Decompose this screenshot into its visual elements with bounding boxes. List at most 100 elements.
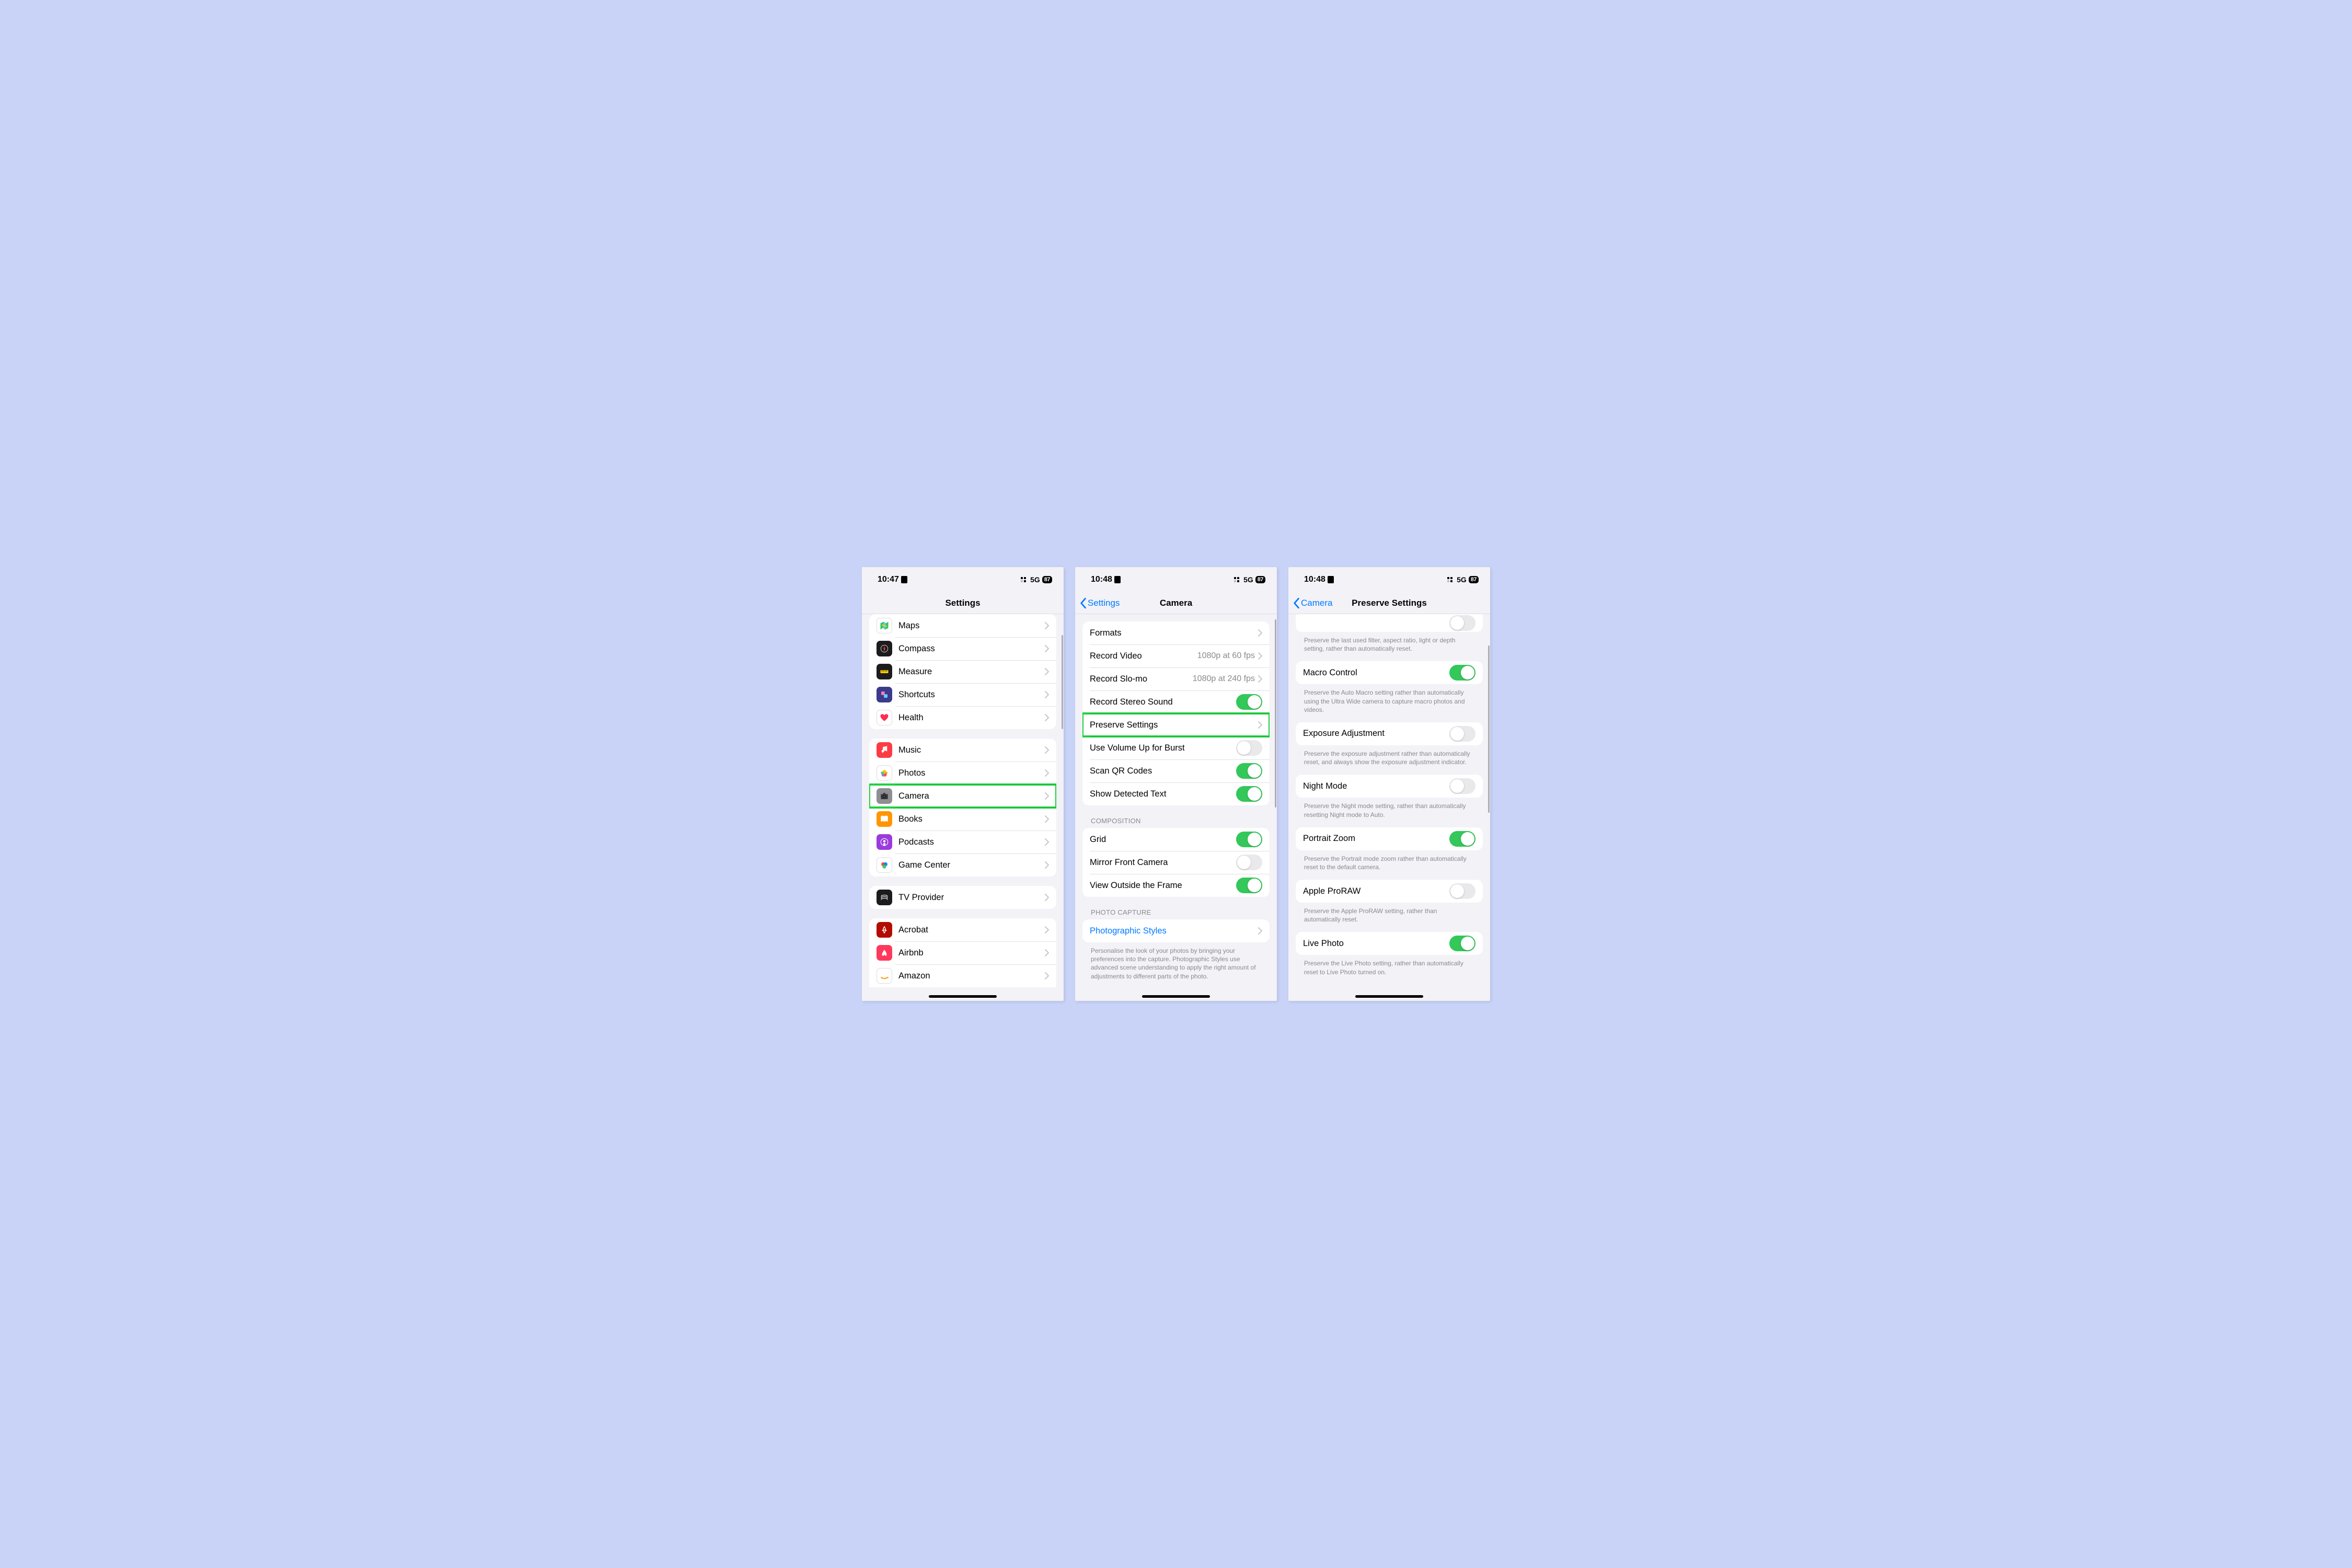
row-formats[interactable]: Formats xyxy=(1082,621,1270,644)
signal-icon xyxy=(1447,577,1452,582)
row-label: Camera xyxy=(898,791,1045,801)
settings-row-photos[interactable]: Photos xyxy=(869,762,1056,785)
row-proraw[interactable]: Apple ProRAW xyxy=(1296,880,1483,903)
home-indicator[interactable] xyxy=(1355,995,1423,998)
scroll-indicator[interactable] xyxy=(1488,645,1490,813)
chevron-right-icon xyxy=(1045,972,1049,979)
row-volumeburst[interactable]: Use Volume Up for Burst xyxy=(1082,736,1270,759)
prev-row-peek[interactable] xyxy=(1296,614,1483,632)
chevron-right-icon xyxy=(1045,894,1049,901)
footer-exposure: Preserve the exposure adjustment rather … xyxy=(1304,750,1474,766)
toggle-outsideframe[interactable] xyxy=(1236,878,1262,893)
settings-row-compass[interactable]: Compass xyxy=(869,637,1056,660)
row-label: Compass xyxy=(898,644,1045,654)
camera-content[interactable]: FormatsRecord Video1080p at 60 fpsRecord… xyxy=(1075,614,1277,1001)
settings-row-airbnb[interactable]: Airbnb xyxy=(869,941,1056,964)
home-indicator[interactable] xyxy=(929,995,997,998)
row-portraitzoom[interactable]: Portrait Zoom xyxy=(1296,827,1483,850)
toggle-proraw[interactable] xyxy=(1449,883,1475,899)
prev-footer: Preserve the last used filter, aspect ra… xyxy=(1304,636,1474,653)
settings-row-measure[interactable]: Measure xyxy=(869,660,1056,683)
toggle-stereosound[interactable] xyxy=(1236,694,1262,710)
toggle-prev[interactable] xyxy=(1449,615,1475,631)
preserve-content[interactable]: Preserve the last used filter, aspect ra… xyxy=(1288,614,1490,1001)
back-button[interactable]: Camera xyxy=(1293,597,1332,609)
maps-icon xyxy=(877,618,892,633)
gamecenter-icon xyxy=(877,857,892,873)
settings-row-music[interactable]: Music xyxy=(869,739,1056,762)
settings-row-camera[interactable]: Camera xyxy=(869,785,1056,808)
row-stereosound[interactable]: Record Stereo Sound xyxy=(1082,690,1270,713)
row-label: Record Video xyxy=(1090,651,1197,661)
footer-portraitzoom: Preserve the Portrait mode zoom rather t… xyxy=(1304,855,1474,871)
settings-row-maps[interactable]: Maps xyxy=(869,614,1056,637)
settings-group-tv: TV Provider xyxy=(869,886,1056,909)
toggle-macro[interactable] xyxy=(1449,665,1475,681)
footer-macro: Preserve the Auto Macro setting rather t… xyxy=(1304,688,1474,714)
acrobat-icon xyxy=(877,922,892,938)
home-indicator[interactable] xyxy=(1142,995,1210,998)
row-label: Mirror Front Camera xyxy=(1090,858,1236,868)
row-macro[interactable]: Macro Control xyxy=(1296,661,1483,684)
row-recordslomo[interactable]: Record Slo-mo1080p at 240 fps xyxy=(1082,667,1270,690)
status-time: 10:47 xyxy=(878,575,899,584)
row-label: Acrobat xyxy=(898,925,1045,935)
chevron-left-icon xyxy=(1293,597,1300,609)
row-label: View Outside the Frame xyxy=(1090,881,1236,891)
toggle-scanqr[interactable] xyxy=(1236,763,1262,779)
footer-proraw: Preserve the Apple ProRAW setting, rathe… xyxy=(1304,907,1474,924)
measure-icon xyxy=(877,664,892,679)
row-photostyles[interactable]: Photographic Styles xyxy=(1082,919,1270,942)
page-title: Camera xyxy=(1160,598,1192,608)
preserve-group-portraitzoom: Portrait Zoom xyxy=(1296,827,1483,850)
chevron-right-icon xyxy=(1045,792,1049,800)
row-detectedtext[interactable]: Show Detected Text xyxy=(1082,782,1270,805)
row-preservesettings[interactable]: Preserve Settings xyxy=(1082,713,1270,736)
settings-row-acrobat[interactable]: Acrobat xyxy=(869,918,1056,941)
toggle-detectedtext[interactable] xyxy=(1236,786,1262,802)
phone-camera: 10:48 5G 87 Settings Camera FormatsRecor… xyxy=(1075,567,1277,1001)
toggle-nightmode[interactable] xyxy=(1449,778,1475,794)
chevron-right-icon xyxy=(1045,668,1049,675)
row-recordvideo[interactable]: Record Video1080p at 60 fps xyxy=(1082,644,1270,667)
airbnb-icon xyxy=(877,945,892,961)
row-nightmode[interactable]: Night Mode xyxy=(1296,775,1483,798)
row-label: Amazon xyxy=(898,971,1045,981)
toggle-grid[interactable] xyxy=(1236,832,1262,847)
row-livephoto[interactable]: Live Photo xyxy=(1296,932,1483,955)
row-exposure[interactable]: Exposure Adjustment xyxy=(1296,722,1483,745)
sim-icon xyxy=(1328,576,1334,583)
chevron-right-icon xyxy=(1045,691,1049,698)
settings-row-books[interactable]: Books xyxy=(869,808,1056,831)
toggle-mirror[interactable] xyxy=(1236,855,1262,870)
toggle-exposure[interactable] xyxy=(1449,726,1475,742)
row-mirror[interactable]: Mirror Front Camera xyxy=(1082,851,1270,874)
settings-content[interactable]: Maps Compass Measure Shortcuts Health Mu… xyxy=(862,614,1064,1001)
settings-row-tvprovider[interactable]: TV Provider xyxy=(869,886,1056,909)
footer-livephoto: Preserve the Live Photo setting, rather … xyxy=(1304,959,1474,976)
settings-row-gamecenter[interactable]: Game Center xyxy=(869,854,1056,877)
settings-row-health[interactable]: Health xyxy=(869,706,1056,729)
row-label: Measure xyxy=(898,667,1045,677)
settings-group-system: Maps Compass Measure Shortcuts Health xyxy=(869,614,1056,729)
cell-label: 5G xyxy=(1243,575,1253,584)
nav-header: Settings Camera xyxy=(1075,592,1277,614)
toggle-portraitzoom[interactable] xyxy=(1449,831,1475,847)
settings-row-shortcuts[interactable]: Shortcuts xyxy=(869,683,1056,706)
toggle-volumeburst[interactable] xyxy=(1236,740,1262,756)
row-label: Airbnb xyxy=(898,948,1045,958)
page-title: Settings xyxy=(945,598,980,608)
row-outsideframe[interactable]: View Outside the Frame xyxy=(1082,874,1270,897)
scroll-indicator[interactable] xyxy=(1275,619,1276,808)
scroll-indicator[interactable] xyxy=(1062,635,1063,729)
row-detail: 1080p at 60 fps xyxy=(1197,651,1255,661)
signal-icon xyxy=(1234,577,1239,582)
back-button[interactable]: Settings xyxy=(1079,597,1120,609)
row-scanqr[interactable]: Scan QR Codes xyxy=(1082,759,1270,782)
row-grid[interactable]: Grid xyxy=(1082,828,1270,851)
chevron-right-icon xyxy=(1045,769,1049,777)
settings-row-amazon[interactable]: Amazon xyxy=(869,964,1056,987)
row-label: Shortcuts xyxy=(898,690,1045,700)
toggle-livephoto[interactable] xyxy=(1449,936,1475,951)
settings-row-podcasts[interactable]: Podcasts xyxy=(869,831,1056,854)
